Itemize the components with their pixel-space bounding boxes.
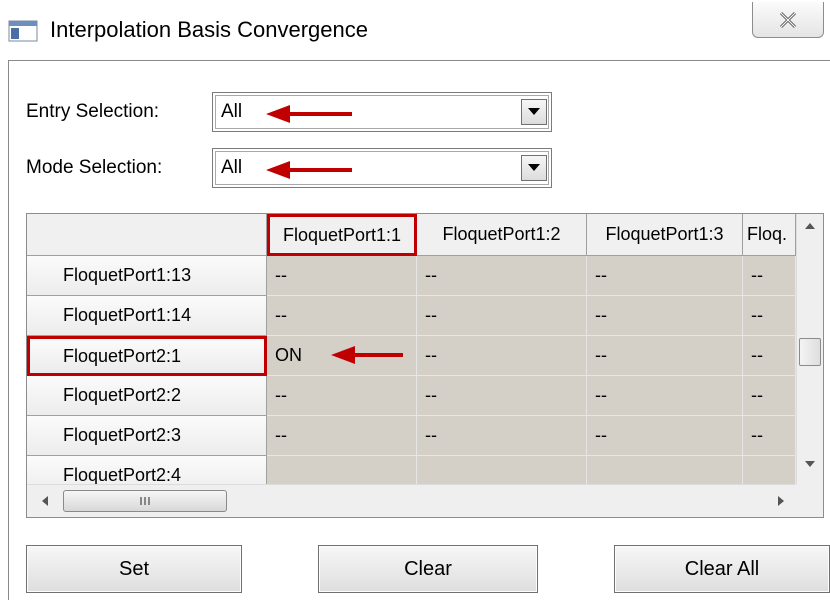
window-title: Interpolation Basis Convergence — [50, 17, 368, 42]
scroll-down-button[interactable] — [797, 452, 823, 476]
grid-cell[interactable]: -- — [743, 416, 796, 456]
grid-cell[interactable]: -- — [417, 416, 587, 456]
mode-selection-value: All — [221, 157, 243, 178]
scroll-up-button[interactable] — [797, 214, 823, 238]
grid-cell[interactable]: -- — [587, 256, 743, 296]
mode-selection-label: Mode Selection: — [26, 157, 163, 178]
row-header[interactable]: FloquetPort2:2 — [27, 376, 267, 416]
grid-cell[interactable]: -- — [743, 376, 796, 416]
grid-cell[interactable]: -- — [587, 336, 743, 376]
chevron-right-icon — [778, 496, 784, 506]
scroll-left-button[interactable] — [33, 489, 57, 513]
grid-cell[interactable]: -- — [417, 336, 587, 376]
row-header[interactable]: FloquetPort2:3 — [27, 416, 267, 456]
column-header[interactable]: FloquetPort1:1 — [267, 214, 417, 256]
grid-cell[interactable]: -- — [587, 376, 743, 416]
row-header[interactable]: FloquetPort1:14 — [27, 296, 267, 336]
chevron-down-icon — [528, 164, 540, 171]
horizontal-scrollbar[interactable] — [27, 484, 796, 517]
close-button[interactable] — [752, 2, 824, 38]
chevron-down-icon — [528, 108, 540, 115]
grid-cell[interactable]: -- — [267, 376, 417, 416]
grip-icon — [140, 497, 150, 505]
scroll-right-button[interactable] — [769, 489, 793, 513]
chevron-up-icon — [805, 223, 815, 229]
column-header[interactable]: Floq. — [743, 214, 796, 256]
scrollbar-corner — [796, 484, 823, 517]
grid-cell[interactable]: -- — [743, 296, 796, 336]
clear-all-button[interactable]: Clear All — [614, 545, 830, 593]
grid-cell[interactable]: -- — [267, 256, 417, 296]
grid-cell[interactable]: -- — [587, 296, 743, 336]
row-header[interactable]: FloquetPort1:13 — [27, 256, 267, 296]
grid-cell[interactable]: -- — [587, 416, 743, 456]
horizontal-scroll-thumb[interactable] — [63, 490, 227, 512]
entry-selection-combo[interactable]: All — [212, 92, 552, 132]
vertical-scrollbar[interactable] — [796, 214, 823, 484]
grid-cell[interactable]: -- — [743, 256, 796, 296]
mode-selection-dropdown-button[interactable] — [521, 155, 547, 181]
entry-selection-label: Entry Selection: — [26, 101, 160, 122]
red-arrow-annotation — [331, 346, 403, 364]
grid-cell[interactable]: -- — [417, 256, 587, 296]
entry-selection-dropdown-button[interactable] — [521, 99, 547, 125]
window-icon — [8, 20, 38, 42]
grid-cell[interactable]: -- — [417, 376, 587, 416]
chevron-left-icon — [42, 496, 48, 506]
grid-cell[interactable]: -- — [743, 336, 796, 376]
title-bar: Interpolation Basis Convergence — [0, 0, 830, 60]
set-button[interactable]: Set — [26, 545, 242, 593]
clear-button[interactable]: Clear — [318, 545, 538, 593]
vertical-scroll-thumb[interactable] — [799, 338, 821, 366]
grid-cell[interactable]: -- — [267, 296, 417, 336]
convergence-grid[interactable]: FloquetPort1:1 FloquetPort1:2 FloquetPor… — [26, 213, 824, 518]
column-header[interactable]: FloquetPort1:2 — [417, 214, 587, 256]
entry-selection-value: All — [221, 101, 243, 122]
red-arrow-annotation — [266, 105, 352, 123]
grid-corner — [27, 214, 267, 256]
red-arrow-annotation — [266, 161, 352, 179]
chevron-down-icon — [805, 461, 815, 467]
grid-cell[interactable]: -- — [417, 296, 587, 336]
mode-selection-combo[interactable]: All — [212, 148, 552, 188]
close-icon — [779, 11, 797, 28]
row-header[interactable]: FloquetPort2:1 — [27, 336, 267, 376]
grid-cell[interactable]: -- — [267, 416, 417, 456]
column-header[interactable]: FloquetPort1:3 — [587, 214, 743, 256]
